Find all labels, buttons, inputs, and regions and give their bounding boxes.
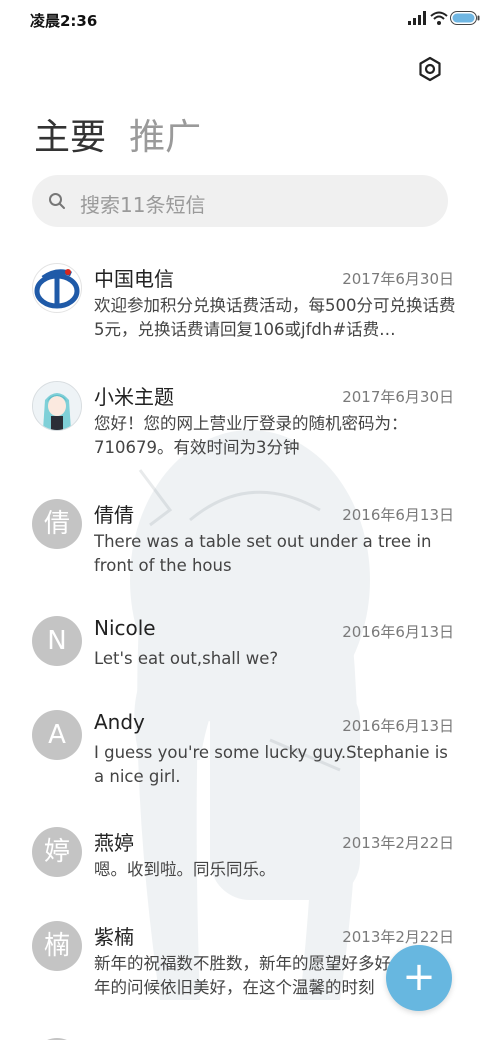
china-telecom-logo (32, 263, 82, 313)
contact-avatar: A (32, 710, 82, 760)
message-date: 2016年6月13日 (342, 717, 454, 735)
message-item[interactable]: 小米主题 2017年6月30日 您好！您的网上营业厅登录的随机密码为：71067… (0, 366, 480, 484)
messages-screen: 凌晨2:36 主要 推广 搜索11条短信 中国电信 2017年6月30日 欢迎参… (0, 0, 480, 1040)
compose-message-button[interactable]: + (386, 945, 452, 1011)
contact-avatar: 婷 (32, 827, 82, 877)
contact-avatar: 倩 (32, 499, 82, 549)
contact-avatar: N (32, 616, 82, 666)
signal-icon (408, 11, 426, 25)
search-icon (49, 193, 65, 209)
message-snippet: 您好！您的网上营业厅登录的随机密码为：710679。有效时间为3分钟 (94, 414, 408, 457)
settings-gear-icon[interactable] (416, 55, 444, 83)
tab-promotions[interactable]: 推广 (129, 108, 201, 160)
china-telecom-logo-graphic (34, 269, 80, 309)
status-bar: 凌晨2:36 (0, 0, 480, 40)
sender-name: 中国电信 (94, 267, 174, 291)
tab-primary[interactable]: 主要 (34, 108, 106, 160)
message-item-partial[interactable] (0, 1023, 480, 1040)
contact-avatar: 楠 (32, 921, 82, 971)
message-item[interactable]: 中国电信 2017年6月30日 欢迎参加积分兑换话费活动，每500分可兑换话费5… (0, 248, 480, 366)
message-date: 2013年2月22日 (342, 928, 454, 946)
category-tabs: 主要 推广 (34, 108, 219, 160)
status-time: 凌晨2:36 (30, 12, 98, 30)
battery-icon (450, 11, 480, 25)
sender-name: Nicole (94, 616, 156, 640)
message-snippet: I guess you're some lucky guy.Stephanie … (94, 743, 448, 786)
message-item[interactable]: A Andy 2016年6月13日 I guess you're some lu… (0, 695, 480, 812)
sender-name: 燕婷 (94, 831, 134, 855)
sender-name: 紫楠 (94, 925, 134, 949)
sender-name: 倩倩 (94, 503, 134, 527)
search-placeholder: 搜索11条短信 (80, 193, 206, 217)
message-date: 2017年6月30日 (342, 270, 454, 288)
message-item[interactable]: 倩 倩倩 2016年6月13日 There was a table set ou… (0, 484, 480, 601)
anime-portrait-image (33, 382, 81, 430)
message-snippet: 嗯。收到啦。同乐同乐。 (94, 860, 276, 879)
search-bar[interactable]: 搜索11条短信 (32, 175, 448, 227)
message-item[interactable]: 婷 燕婷 2013年2月22日 嗯。收到啦。同乐同乐。 (0, 812, 480, 906)
wifi-icon (430, 11, 448, 25)
message-item[interactable]: N Nicole 2016年6月13日 Let's eat out,shall … (0, 601, 480, 695)
message-snippet: Let's eat out,shall we? (94, 649, 279, 668)
sender-name: 小米主题 (94, 385, 174, 409)
sender-name: Andy (94, 710, 145, 734)
message-snippet: There was a table set out under a tree i… (94, 532, 432, 575)
anime-portrait-avatar (32, 381, 82, 431)
message-snippet: 欢迎参加积分兑换话费活动，每500分可兑换话费5元，兑换话费请回复106或jfd… (94, 296, 456, 339)
plus-icon: + (402, 954, 436, 1000)
message-date: 2016年6月13日 (342, 506, 454, 524)
message-date: 2016年6月13日 (342, 623, 454, 641)
message-date: 2017年6月30日 (342, 388, 454, 406)
message-date: 2013年2月22日 (342, 834, 454, 852)
